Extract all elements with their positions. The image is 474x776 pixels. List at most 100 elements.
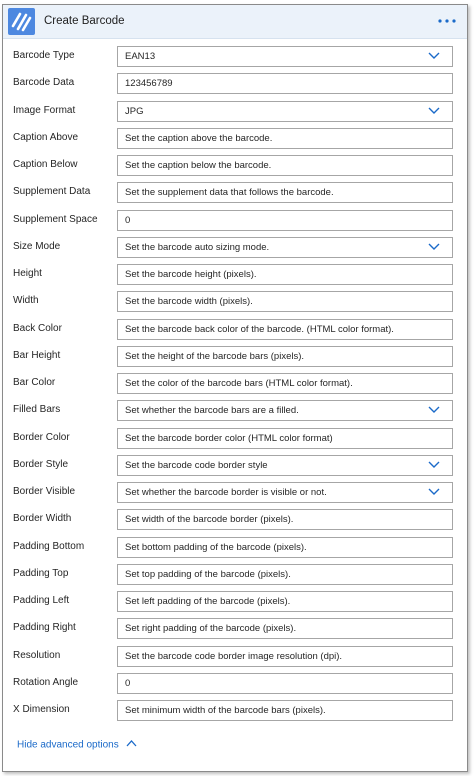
field-value: Set minimum width of the barcode bars (p… <box>125 705 326 716</box>
input-field[interactable]: Set the color of the barcode bars (HTML … <box>117 373 453 394</box>
field-value: Set top padding of the barcode (pixels). <box>125 568 291 580</box>
field-label: Padding Bottom <box>13 540 85 552</box>
form-row: Image Format JPG <box>3 100 467 128</box>
field-value: 0 <box>125 677 131 689</box>
field-label: Image Format <box>13 104 76 116</box>
dropdown-field[interactable]: EAN13 <box>117 46 453 67</box>
form-row: Width Set the barcode width (pixels). <box>3 291 467 318</box>
ellipsis-icon[interactable] <box>436 14 458 28</box>
field-value: Set bottom padding of the barcode (pixel… <box>125 541 307 553</box>
form-row: Size Mode Set the barcode auto sizing mod… <box>3 236 467 264</box>
form-row: Border Style Set the barcode code border … <box>3 454 467 482</box>
dropdown-field[interactable]: JPG <box>117 100 453 122</box>
dropdown-field[interactable]: Set whether the barcode border is visibl… <box>117 482 453 503</box>
hide-advanced-options-link[interactable]: Hide advanced options <box>17 738 137 753</box>
card-header[interactable]: Create Barcode <box>3 5 467 39</box>
field-value: Set width of the barcode border (pixels)… <box>125 514 294 526</box>
form-row: Padding Right Set right padding of the ba… <box>3 618 467 645</box>
field-label: Border Visible <box>13 486 76 497</box>
input-field[interactable]: 123456789 <box>117 73 453 95</box>
field-label: Border Style <box>13 458 69 470</box>
field-value: 0 <box>125 214 131 226</box>
form-row: Barcode Data 123456789 <box>3 73 467 100</box>
field-label: Height <box>13 268 42 279</box>
chevron-down-icon[interactable] <box>428 461 440 469</box>
input-field[interactable]: Set the barcode height (pixels). <box>117 264 453 285</box>
field-value: Set the barcode auto sizing mode. <box>125 241 270 253</box>
form-row: Bar Height Set the height of the barcode … <box>3 345 467 373</box>
field-value: Set the color of the barcode bars (HTML … <box>125 378 353 389</box>
form-row: Rotation Angle 0 <box>3 672 467 700</box>
field-value: Set the barcode border color (HTML color… <box>125 432 333 444</box>
field-value: Set whether the barcode bars are a fille… <box>125 405 299 417</box>
form-row: Border Visible Set whether the barcode bo… <box>3 482 467 509</box>
field-label: Caption Below <box>13 159 78 170</box>
field-value: Set left padding of the barcode (pixels)… <box>125 596 291 607</box>
form-row: Border Width Set width of the barcode bor… <box>3 509 467 536</box>
dropdown-field[interactable]: Set the barcode code border style <box>117 454 453 476</box>
field-value: Set the barcode width (pixels). <box>125 296 253 308</box>
chevron-down-icon[interactable] <box>428 406 440 414</box>
input-field[interactable]: Set the height of the barcode bars (pixe… <box>117 345 453 367</box>
form-row: Filled Bars Set whether the barcode bars … <box>3 400 467 427</box>
field-label: Border Color <box>13 431 70 443</box>
field-label: Barcode Type <box>13 50 75 61</box>
dropdown-field[interactable]: Set whether the barcode bars are a fille… <box>117 400 453 422</box>
field-value: Set whether the barcode border is visibl… <box>125 487 327 498</box>
dropdown-field[interactable]: Set the barcode auto sizing mode. <box>117 236 453 258</box>
form-row: Back Color Set the barcode back color of … <box>3 318 467 346</box>
field-value: Set the barcode back color of the barcod… <box>125 323 394 335</box>
advanced-options-label: Hide advanced options <box>17 739 119 751</box>
input-field[interactable]: 0 <box>117 672 453 694</box>
form-row: Caption Below Set the caption below the b… <box>3 155 467 182</box>
form-row: Padding Bottom Set bottom padding of the … <box>3 536 467 564</box>
field-value: Set right padding of the barcode (pixels… <box>125 623 297 635</box>
form-row: Supplement Data Set the supplement data t… <box>3 182 467 209</box>
input-field[interactable]: Set left padding of the barcode (pixels)… <box>117 591 453 612</box>
form-row: Resolution Set the barcode code border im… <box>3 645 467 673</box>
form-row: Padding Top Set top padding of the barcod… <box>3 563 467 591</box>
chevron-down-icon[interactable] <box>428 107 440 115</box>
field-value: Set the caption above the barcode. <box>125 132 273 144</box>
input-field[interactable]: Set width of the barcode border (pixels)… <box>117 509 453 531</box>
chevron-up-icon <box>126 738 137 752</box>
create-barcode-card: Create Barcode Barcode Type EAN13 Barcode … <box>2 4 468 772</box>
field-label: X Dimension <box>13 704 70 715</box>
field-value: Set the supplement data that follows the… <box>125 187 334 199</box>
form-row: Border Color Set the barcode border color… <box>3 427 467 455</box>
input-field[interactable]: Set bottom padding of the barcode (pixel… <box>117 536 453 558</box>
input-field[interactable]: Set the barcode code border image resolu… <box>117 645 453 667</box>
field-value: 123456789 <box>125 78 173 90</box>
form-row: X Dimension Set minimum width of the barc… <box>3 700 467 727</box>
form-row: Height Set the barcode height (pixels). <box>3 264 467 291</box>
field-label: Size Mode <box>13 240 61 252</box>
form-row: Supplement Space 0 <box>3 209 467 237</box>
input-field[interactable]: Set minimum width of the barcode bars (p… <box>117 700 453 721</box>
field-label: Padding Left <box>13 595 70 606</box>
field-label: Filled Bars <box>13 404 61 416</box>
input-field[interactable]: Set the caption below the barcode. <box>117 155 453 176</box>
input-field[interactable]: Set the barcode border color (HTML color… <box>117 427 453 449</box>
input-field[interactable]: Set the barcode width (pixels). <box>117 291 453 313</box>
field-label: Bar Height <box>13 349 61 361</box>
input-field[interactable]: 0 <box>117 209 453 231</box>
field-label: Bar Color <box>13 377 56 388</box>
chevron-down-icon[interactable] <box>428 243 440 251</box>
input-field[interactable]: Set top padding of the barcode (pixels). <box>117 563 453 585</box>
input-field[interactable]: Set the supplement data that follows the… <box>117 182 453 204</box>
input-field[interactable]: Set the caption above the barcode. <box>117 127 453 149</box>
form-row: Padding Left Set left padding of the barc… <box>3 591 467 618</box>
field-value: JPG <box>125 105 144 117</box>
field-value: Set the barcode height (pixels). <box>125 269 257 280</box>
field-label: Caption Above <box>13 131 79 143</box>
field-label: Supplement Data <box>13 186 91 198</box>
input-field[interactable]: Set right padding of the barcode (pixels… <box>117 618 453 640</box>
field-value: Set the height of the barcode bars (pixe… <box>125 350 305 362</box>
field-label: Padding Right <box>13 622 76 634</box>
field-label: Resolution <box>13 649 61 661</box>
field-value: Set the barcode code border image resolu… <box>125 650 343 662</box>
input-field[interactable]: Set the barcode back color of the barcod… <box>117 318 453 340</box>
chevron-down-icon[interactable] <box>428 52 440 60</box>
chevron-down-icon[interactable] <box>428 488 440 496</box>
barcode-stripes-icon <box>8 8 35 35</box>
